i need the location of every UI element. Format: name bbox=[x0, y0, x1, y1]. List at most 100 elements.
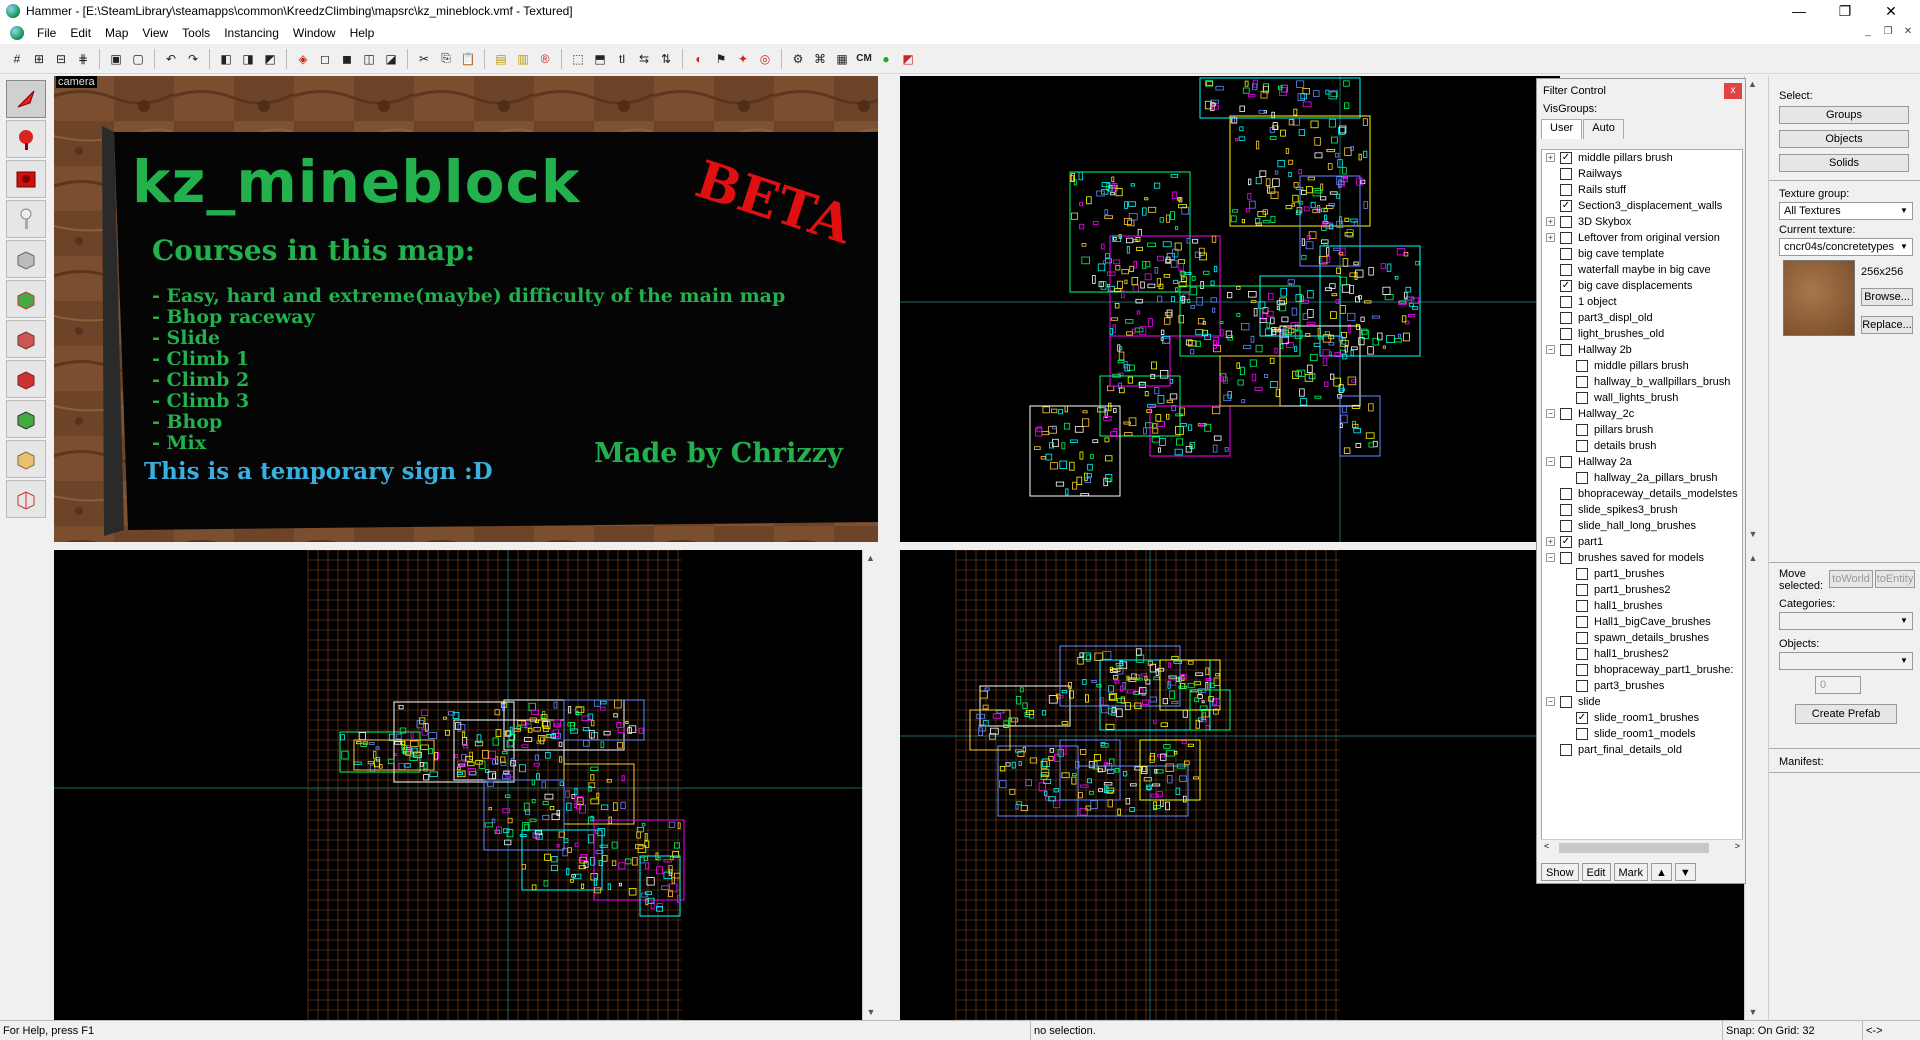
brush[interactable] bbox=[1314, 152, 1323, 159]
brush[interactable] bbox=[1159, 217, 1164, 223]
brush[interactable] bbox=[540, 736, 545, 745]
brush[interactable] bbox=[462, 731, 466, 738]
brush[interactable] bbox=[1288, 172, 1292, 178]
brush[interactable] bbox=[360, 742, 367, 747]
brush[interactable] bbox=[595, 829, 599, 834]
visgroup-checkbox[interactable] bbox=[1560, 184, 1572, 196]
brush[interactable] bbox=[1162, 698, 1168, 705]
brush[interactable] bbox=[495, 729, 502, 738]
brush[interactable] bbox=[1166, 399, 1173, 404]
brush[interactable] bbox=[644, 833, 648, 841]
brush[interactable] bbox=[628, 725, 637, 733]
move-up-button[interactable]: ▲ bbox=[1650, 863, 1672, 881]
brush[interactable] bbox=[1328, 91, 1337, 100]
brush[interactable] bbox=[1341, 284, 1351, 293]
carve-icon[interactable]: ◧ bbox=[216, 49, 236, 69]
menu-edit[interactable]: Edit bbox=[63, 22, 98, 44]
brush[interactable] bbox=[1412, 306, 1419, 310]
brush[interactable] bbox=[1157, 295, 1163, 303]
brush[interactable] bbox=[1307, 176, 1316, 181]
brush[interactable] bbox=[1174, 448, 1183, 456]
radius-culling-icon[interactable]: ® bbox=[535, 49, 555, 69]
brush[interactable] bbox=[1128, 201, 1137, 207]
menu-instancing[interactable]: Instancing bbox=[217, 22, 286, 44]
brush[interactable] bbox=[1350, 346, 1358, 351]
brush[interactable] bbox=[1126, 331, 1133, 336]
brush[interactable] bbox=[1109, 185, 1118, 189]
brush[interactable] bbox=[1155, 414, 1162, 422]
brush[interactable] bbox=[1402, 332, 1410, 342]
brush[interactable] bbox=[1147, 318, 1153, 327]
brush[interactable] bbox=[1281, 316, 1289, 323]
menu-map[interactable]: Map bbox=[98, 22, 135, 44]
brush[interactable] bbox=[1071, 776, 1077, 785]
brush[interactable] bbox=[1117, 360, 1125, 364]
detail-icon[interactable]: ◎ bbox=[755, 49, 775, 69]
camera-tool-button[interactable] bbox=[6, 160, 46, 198]
visgroup-checkbox[interactable]: ✓ bbox=[1560, 200, 1572, 212]
menu-tools[interactable]: Tools bbox=[175, 22, 217, 44]
brush[interactable] bbox=[1239, 105, 1245, 112]
brush[interactable] bbox=[519, 833, 527, 837]
visgroup-item[interactable]: slide_room1_models bbox=[1542, 726, 1742, 742]
visgroup-item[interactable]: part3_displ_old bbox=[1542, 310, 1742, 326]
brush[interactable] bbox=[1363, 150, 1368, 158]
visgroup-item[interactable]: light_brushes_old bbox=[1542, 326, 1742, 342]
brush[interactable] bbox=[1105, 455, 1113, 462]
brush[interactable] bbox=[1195, 340, 1201, 348]
brush[interactable] bbox=[482, 750, 489, 759]
brush[interactable] bbox=[1306, 290, 1314, 299]
brush[interactable] bbox=[1326, 247, 1330, 256]
menu-file[interactable]: File bbox=[30, 22, 63, 44]
top-viewport[interactable] bbox=[900, 76, 1560, 542]
expand-icon[interactable]: + bbox=[1546, 537, 1555, 546]
brush[interactable] bbox=[1189, 286, 1198, 296]
visgroup-item[interactable]: part1_brushes bbox=[1542, 566, 1742, 582]
brush[interactable] bbox=[469, 751, 473, 760]
brush[interactable] bbox=[1297, 93, 1306, 101]
mdi-minimize-button[interactable]: _ bbox=[1860, 26, 1876, 40]
brush[interactable] bbox=[1322, 357, 1328, 366]
maximize-button[interactable]: ❐ bbox=[1822, 0, 1868, 22]
brush[interactable] bbox=[1166, 252, 1175, 260]
brush[interactable] bbox=[529, 818, 537, 823]
brush[interactable] bbox=[1334, 152, 1340, 158]
brush[interactable] bbox=[1247, 94, 1256, 98]
brush[interactable] bbox=[1104, 215, 1114, 219]
brush[interactable] bbox=[1112, 324, 1116, 333]
brush[interactable] bbox=[1111, 176, 1115, 182]
brush[interactable] bbox=[583, 740, 590, 747]
brush[interactable] bbox=[1224, 447, 1229, 452]
brush[interactable] bbox=[1185, 446, 1193, 453]
brush[interactable] bbox=[1157, 421, 1165, 427]
visgroup-checkbox[interactable] bbox=[1560, 504, 1572, 516]
brush[interactable] bbox=[1255, 344, 1263, 353]
brush[interactable] bbox=[1212, 307, 1216, 313]
brush[interactable] bbox=[1298, 169, 1302, 175]
brush[interactable] bbox=[1100, 696, 1104, 706]
brush[interactable] bbox=[1053, 799, 1061, 809]
brush[interactable] bbox=[1191, 276, 1196, 281]
brush[interactable] bbox=[1344, 147, 1352, 156]
brush[interactable] bbox=[1124, 279, 1128, 285]
brush[interactable] bbox=[1160, 722, 1169, 727]
brush[interactable] bbox=[1145, 422, 1153, 429]
brush[interactable] bbox=[1384, 294, 1394, 301]
brush[interactable] bbox=[1310, 353, 1318, 362]
undo-icon[interactable]: ↶ bbox=[161, 49, 181, 69]
brush[interactable] bbox=[1105, 723, 1115, 730]
brush[interactable] bbox=[1270, 215, 1276, 223]
brush[interactable] bbox=[1241, 399, 1246, 404]
brush[interactable] bbox=[1274, 170, 1279, 175]
brush[interactable] bbox=[1251, 373, 1257, 382]
visgroup-item[interactable]: + ✓ part1 bbox=[1542, 534, 1742, 550]
brush[interactable] bbox=[1097, 263, 1106, 272]
brush[interactable] bbox=[1162, 337, 1170, 344]
brush[interactable] bbox=[1100, 742, 1106, 747]
visgroup-checkbox[interactable] bbox=[1576, 472, 1588, 484]
brush[interactable] bbox=[1407, 314, 1415, 318]
brush[interactable] bbox=[1269, 381, 1278, 388]
minimize-button[interactable]: — bbox=[1776, 0, 1822, 22]
brush[interactable] bbox=[1236, 286, 1241, 290]
brush[interactable] bbox=[1266, 322, 1271, 329]
